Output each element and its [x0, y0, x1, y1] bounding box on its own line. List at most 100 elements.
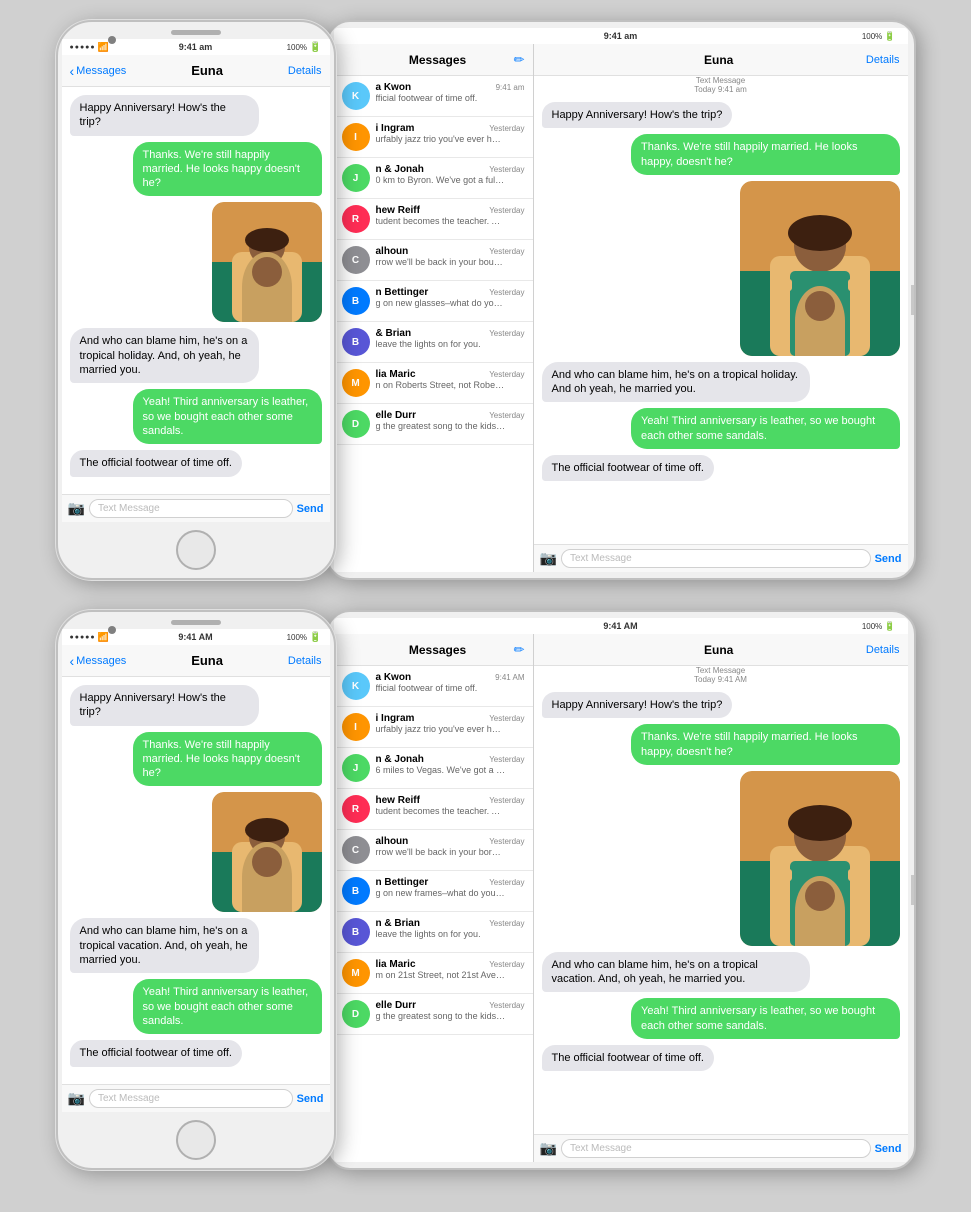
msg-1: Happy Anniversary! How's the trip?: [70, 95, 322, 136]
back-label: Messages: [76, 65, 126, 77]
iphone-text-input-bottom[interactable]: Text Message: [89, 1089, 293, 1108]
avatar-reiff: R: [342, 205, 370, 233]
ipad-status-right-top: 100% 🔋: [862, 31, 896, 42]
bavatar-jonah: J: [342, 754, 370, 782]
blist-item-reiff[interactable]: R hew ReiffYesterday tudent becomes the …: [334, 789, 533, 830]
bmsg-2: Thanks. We're still happily married. He …: [70, 732, 322, 787]
ipad-input-bar-top: 📷 Text Message Send: [534, 544, 908, 572]
ipad-battery-icon: 🔋: [884, 31, 895, 42]
ipad-send-button-bottom[interactable]: Send: [875, 1143, 902, 1155]
blist-content-ingram: i IngramYesterday urfably jazz trio you'…: [376, 713, 525, 734]
list-item-jonah[interactable]: J n & JonahYesterday 0 km to Byron. We'v…: [334, 158, 533, 199]
bipad-msg-image: [542, 771, 900, 946]
status-right: 100% 🔋: [287, 42, 322, 53]
iphone-camera-bottom: [108, 626, 116, 634]
ipad-battery-top: 100%: [862, 32, 882, 41]
bcamera-icon[interactable]: 📷: [68, 1090, 85, 1107]
bbubble-image: [212, 792, 322, 912]
list-item-reiff[interactable]: R hew ReiffYesterday tudent becomes the …: [334, 199, 533, 240]
blist-item-calhoun[interactable]: C alhounYesterday rrow we'll be back in …: [334, 830, 533, 871]
list-item-maric[interactable]: M lia MaricYesterday n on Roberts Street…: [334, 363, 533, 404]
send-button-bottom[interactable]: Send: [297, 1093, 324, 1105]
blist-content-reiff: hew ReiffYesterday tudent becomes the te…: [376, 795, 525, 816]
ipad-send-button-top[interactable]: Send: [875, 553, 902, 565]
iphone-time-top: 9:41 am: [179, 42, 213, 52]
ipad-status-bar-top: 9:41 am 100% 🔋: [334, 28, 908, 44]
ipad-text-input-top[interactable]: Text Message: [561, 549, 871, 568]
bipad-camera-icon[interactable]: 📷: [540, 1140, 557, 1157]
iphone-home-button-top[interactable]: [176, 530, 216, 570]
ipad-detail-title-bottom: Euna: [572, 643, 866, 657]
list-item-calhoun[interactable]: C alhounYesterday rrow we'll be back in …: [334, 240, 533, 281]
bmsg-3: And who can blame him, he's on a tropica…: [70, 918, 322, 973]
ipad-messages-list-bottom: K a Kwon9:41 AM fficial footwear of time…: [334, 666, 533, 1162]
timestamp-label-top: Text Message: [534, 76, 908, 85]
ipad-screen-top: 9:41 am 100% 🔋 Messages ✏ K: [334, 28, 908, 572]
list-content-jonah: n & JonahYesterday 0 km to Byron. We've …: [376, 164, 525, 185]
iphone-text-input-top[interactable]: Text Message: [89, 499, 293, 518]
compose-icon-top[interactable]: ✏: [514, 52, 525, 68]
details-button-bottom[interactable]: Details: [288, 655, 322, 667]
ipad-status-bar-bottom: 9:41 AM 100% 🔋: [334, 618, 908, 634]
iphone-chat-title-top: Euna: [126, 63, 288, 78]
bavatar-durr: D: [342, 1000, 370, 1028]
back-button-bottom[interactable]: ‹ Messages: [70, 653, 127, 669]
ipad-detail-title-top: Euna: [572, 53, 866, 67]
ipad-msg-image: [542, 181, 900, 356]
signal-dots: ●●●●●: [70, 44, 96, 51]
back-chevron-icon-bottom: ‹: [70, 653, 75, 669]
blist-item-durr[interactable]: D elle DurrYesterday g the greatest song…: [334, 994, 533, 1035]
avatar-kwon: K: [342, 82, 370, 110]
ipad-battery-bottom: 100%: [862, 622, 882, 631]
wifi-icon: 📶: [98, 42, 109, 53]
back-button-top[interactable]: ‹ Messages: [70, 63, 127, 79]
ipad-camera-icon-top[interactable]: 📷: [540, 550, 557, 567]
ipad-bubble-r3: The official footwear of time off.: [542, 455, 714, 481]
list-item-kwon-top[interactable]: K a Kwon9:41 am fficial footwear of time…: [334, 76, 533, 117]
status-left: ●●●●● 📶: [70, 42, 109, 53]
blist-item-maric[interactable]: M lia MaricYesterday m on 21st Street, n…: [334, 953, 533, 994]
iphone-home-button-bottom[interactable]: [176, 1120, 216, 1160]
blist-content-brian: n & BrianYesterday leave the lights on f…: [376, 918, 525, 939]
ipad-text-input-bottom[interactable]: Text Message: [561, 1139, 871, 1158]
ipad-detail-details-bottom[interactable]: Details: [866, 644, 900, 656]
list-item-bettinger[interactable]: B n BettingerYesterday g on new glasses–…: [334, 281, 533, 322]
list-content-ingram: i IngramYesterday urfably jazz trio you'…: [376, 123, 525, 144]
ipad-side-button-bottom: [911, 875, 916, 905]
iphone-status-bar-top: ●●●●● 📶 9:41 am 100% 🔋: [62, 39, 330, 55]
blist-item-jonah[interactable]: J n & JonahYesterday 6 miles to Vegas. W…: [334, 748, 533, 789]
bperson-photo: [212, 792, 322, 912]
bbubble-sent-2: Yeah! Third anniversary is leather, so w…: [133, 979, 322, 1034]
iphone-speaker-bottom: [171, 620, 221, 625]
battery-icon-bottom: 🔋: [309, 632, 321, 643]
camera-icon[interactable]: 📷: [68, 500, 85, 517]
status-left-bottom: ●●●●● 📶: [70, 632, 109, 643]
ipad-status-right-bottom: 100% 🔋: [862, 621, 896, 632]
btimestamp-label: Text Message: [534, 666, 908, 675]
ipad-msg-3: And who can blame him, he's on a tropica…: [542, 362, 900, 403]
list-item-durr[interactable]: D elle DurrYesterday g the greatest song…: [334, 404, 533, 445]
bmsg-5: The official footwear of time off.: [70, 1040, 322, 1066]
blist-item-kwon[interactable]: K a Kwon9:41 AM fficial footwear of time…: [334, 666, 533, 707]
details-button-top[interactable]: Details: [288, 65, 322, 77]
bottom-iphone: ●●●●● 📶 9:41 AM 100% 🔋 ‹ Messages Euna D…: [56, 610, 336, 1170]
list-content-durr: elle DurrYesterday g the greatest song t…: [376, 410, 525, 431]
top-iphone: ●●●●● 📶 9:41 am 100% 🔋 ‹ Messages Euna D…: [56, 20, 336, 580]
btimestamp-sub: Today 9:41 AM: [534, 675, 908, 684]
send-button-top[interactable]: Send: [297, 503, 324, 515]
iphone-notch-bottom: [58, 612, 334, 629]
list-item-ingram[interactable]: I i IngramYesterday urfably jazz trio yo…: [334, 117, 533, 158]
blist-content-durr: elle DurrYesterday g the greatest song t…: [376, 1000, 525, 1021]
bavatar-bettinger: B: [342, 877, 370, 905]
blist-item-ingram[interactable]: I i IngramYesterday urfably jazz trio yo…: [334, 707, 533, 748]
bmsg-image-row: [70, 792, 322, 912]
ipad-detail-details-top[interactable]: Details: [866, 54, 900, 66]
list-item-brian[interactable]: B & BrianYesterday leave the lights on f…: [334, 322, 533, 363]
iphone-nav-bar-bottom: ‹ Messages Euna Details: [62, 645, 330, 677]
blist-item-bettinger[interactable]: B n BettingerYesterday g on new frames–w…: [334, 871, 533, 912]
bipad-msg-2: Thanks. We're still happily married. He …: [542, 724, 900, 765]
compose-icon-bottom[interactable]: ✏: [514, 642, 525, 658]
bipad-bubble-r3: The official footwear of time off.: [542, 1045, 714, 1071]
blist-item-brian[interactable]: B n & BrianYesterday leave the lights on…: [334, 912, 533, 953]
iphone-chat-messages-top: Happy Anniversary! How's the trip? Thank…: [62, 87, 330, 494]
